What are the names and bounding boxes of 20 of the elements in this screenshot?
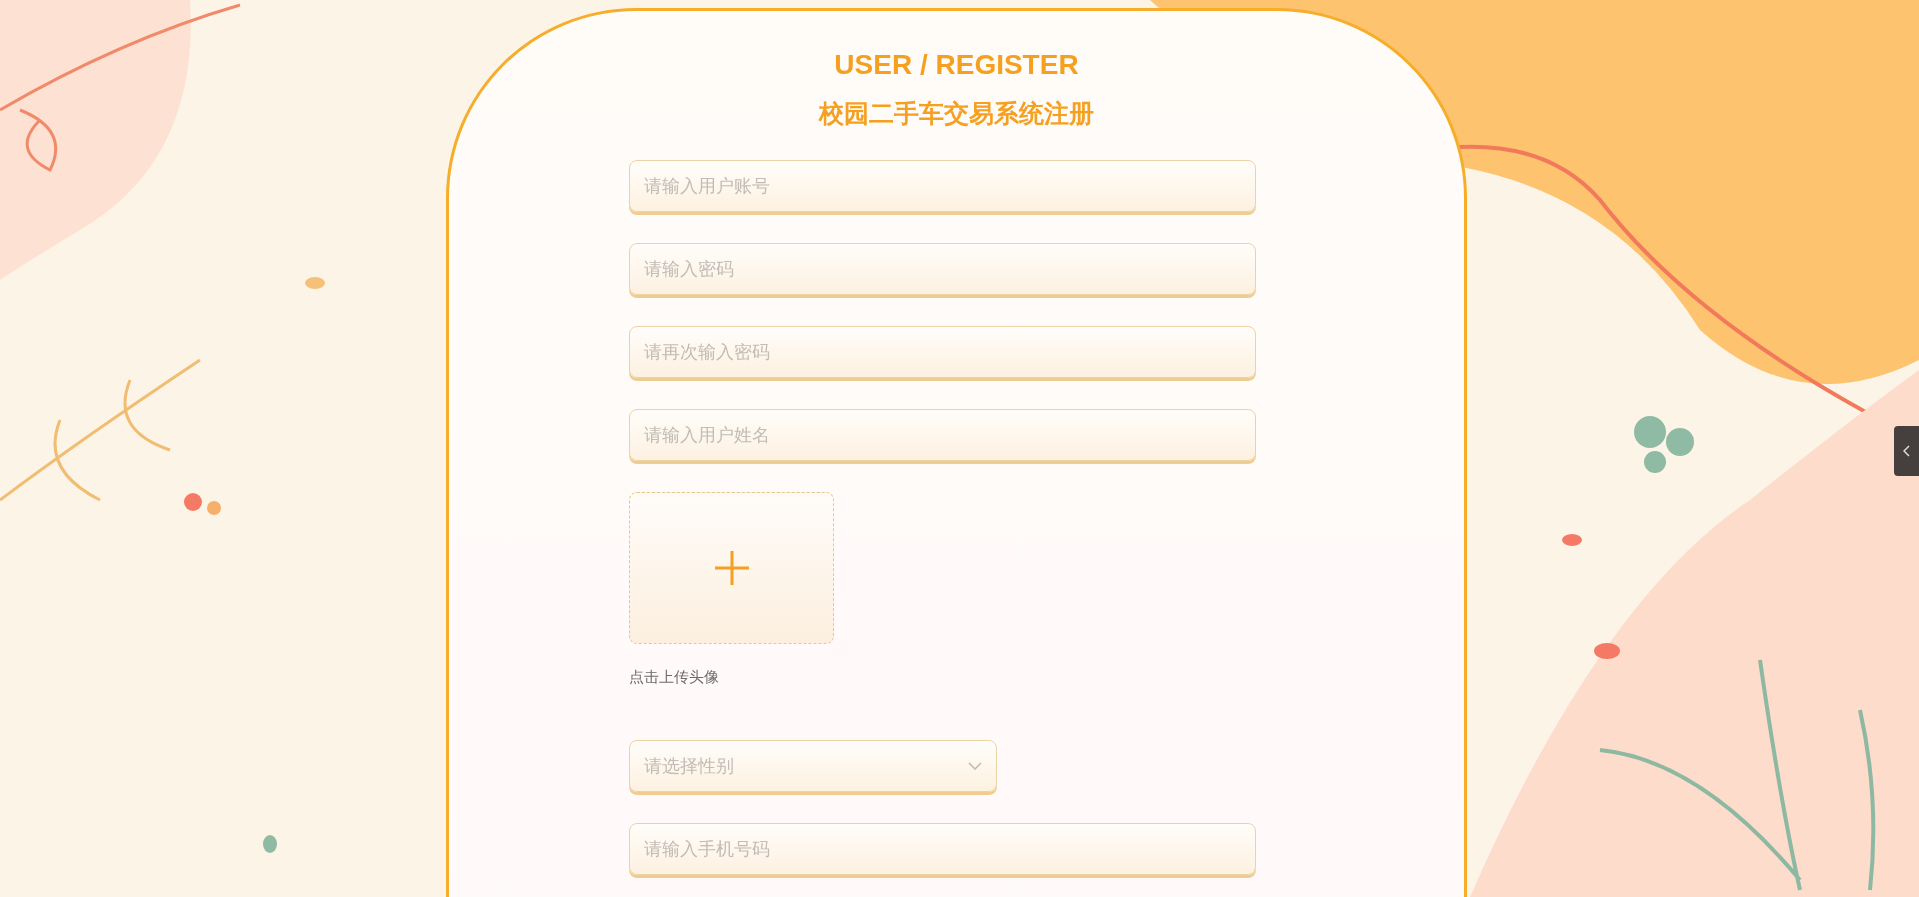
dot bbox=[184, 493, 202, 511]
chevron-down-icon bbox=[968, 762, 982, 770]
chevron-left-icon bbox=[1902, 445, 1911, 457]
page-title: USER / REGISTER bbox=[833, 49, 1080, 81]
dot bbox=[305, 277, 325, 289]
collapse-handle[interactable] bbox=[1894, 426, 1919, 476]
input-field[interactable]: 请再次输入密码 bbox=[629, 326, 1256, 378]
dot bbox=[207, 501, 221, 515]
dot bbox=[263, 835, 277, 853]
plus-icon bbox=[713, 550, 750, 586]
input-field[interactable]: 请输入密码 bbox=[629, 243, 1256, 295]
input-field[interactable]: 请输入用户姓名 bbox=[629, 409, 1256, 461]
input-field[interactable]: 请输入手机号码 bbox=[629, 823, 1256, 875]
dot bbox=[1562, 534, 1582, 546]
dot bbox=[1594, 643, 1620, 659]
upload-label: 点击上传头像 bbox=[629, 668, 719, 687]
dot-cluster bbox=[1634, 416, 1694, 473]
input-field[interactable]: 请输入用户账号 bbox=[629, 160, 1256, 212]
gender-select[interactable]: 请选择性别 bbox=[629, 740, 997, 792]
system-title: 校园二手车交易系统注册 bbox=[817, 98, 1095, 129]
